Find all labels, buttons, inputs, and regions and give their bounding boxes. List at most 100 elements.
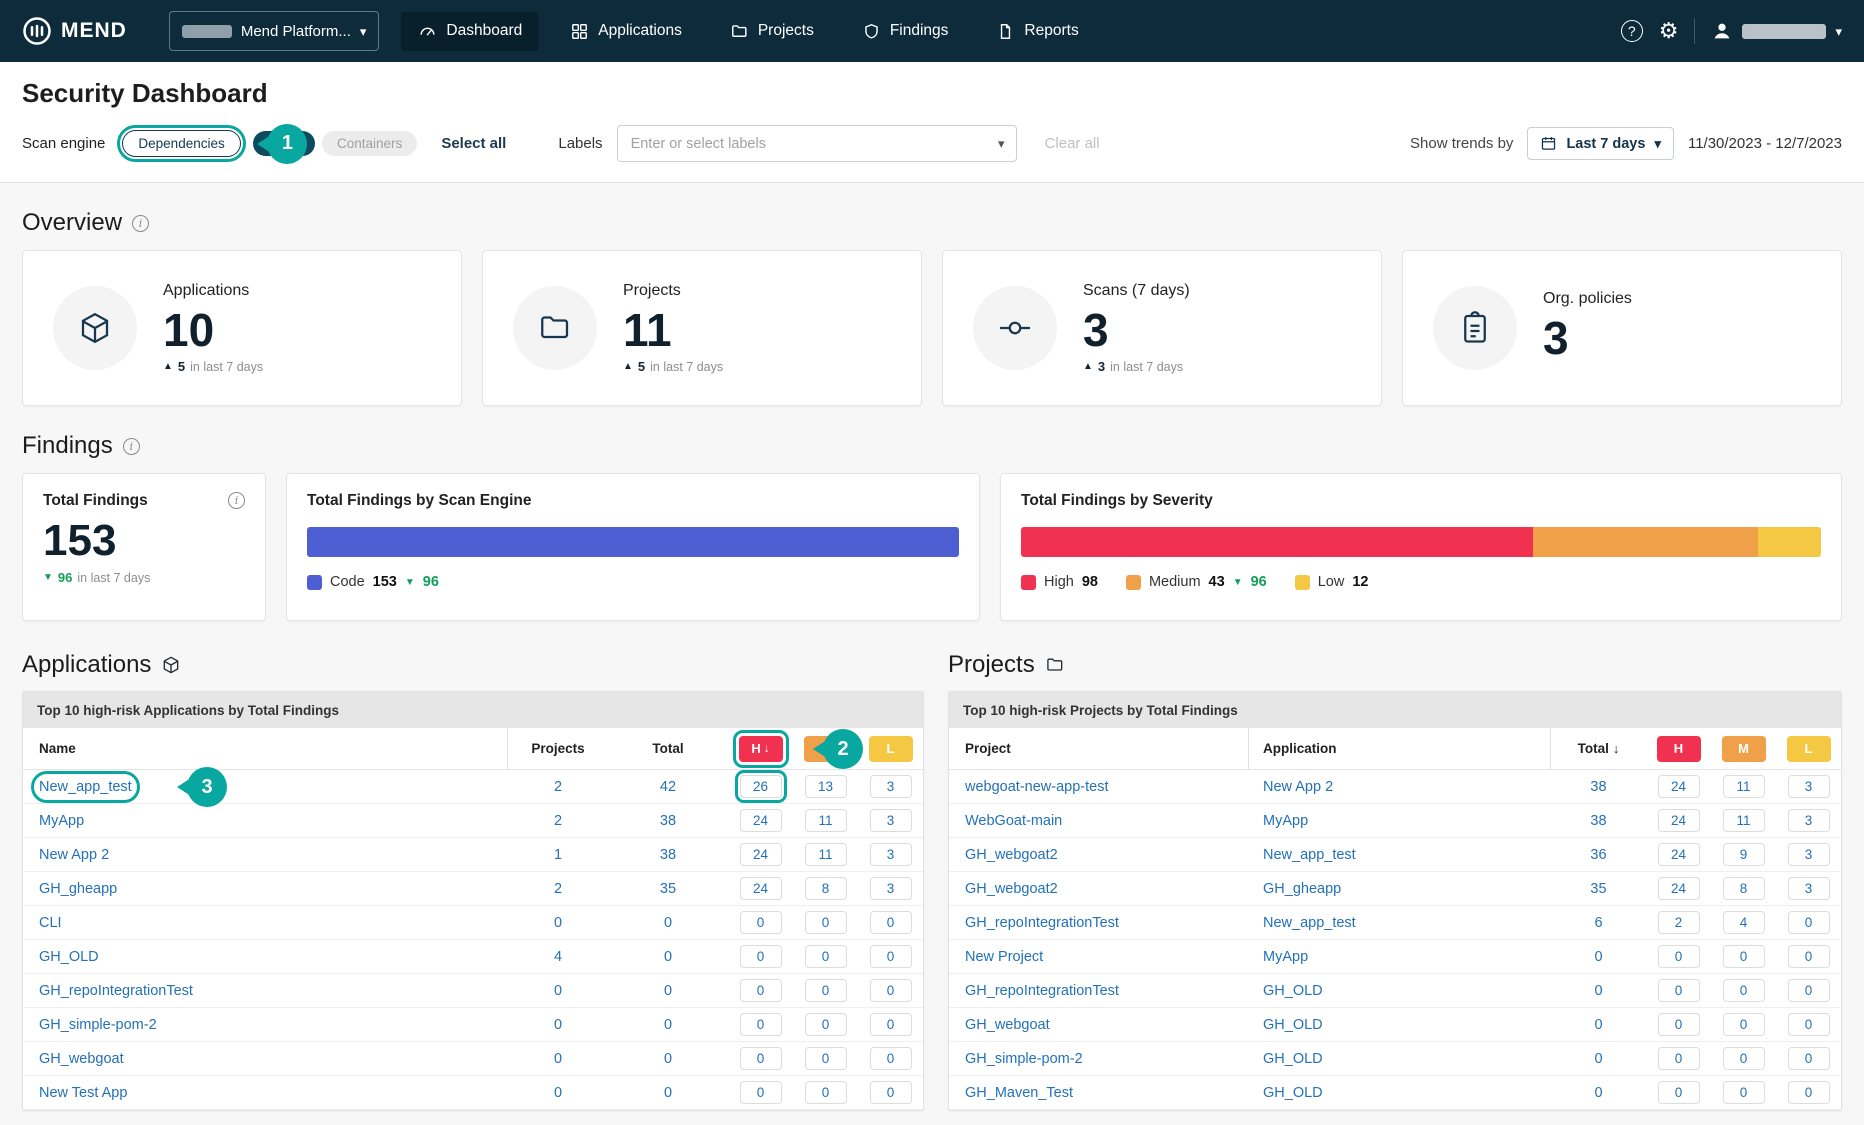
medium-count[interactable]: 0 [805, 1013, 847, 1036]
column-header-total[interactable]: Total [608, 741, 728, 756]
low-count[interactable]: 0 [1788, 945, 1830, 968]
toggle-containers[interactable]: Containers [322, 131, 417, 156]
total-findings-count[interactable]: 0 [1551, 1051, 1646, 1067]
total-findings-count[interactable]: 0 [608, 915, 728, 931]
total-findings-count[interactable]: 0 [608, 1051, 728, 1067]
projects-count[interactable]: 4 [508, 949, 608, 965]
high-count[interactable]: 0 [740, 1081, 782, 1104]
medium-count[interactable]: 0 [805, 1047, 847, 1070]
project-name-link[interactable]: New Project [965, 949, 1043, 965]
projects-count[interactable]: 1 [508, 847, 608, 863]
high-count[interactable]: 0 [740, 1013, 782, 1036]
info-icon[interactable]: i [123, 438, 140, 455]
low-count[interactable]: 0 [1788, 911, 1830, 934]
application-name-link[interactable]: GH_gheapp [39, 881, 117, 897]
application-name-link[interactable]: GH_repoIntegrationTest [39, 983, 193, 999]
application-name-link[interactable]: GH_simple-pom-2 [39, 1017, 157, 1033]
column-header-projects[interactable]: Projects [508, 741, 608, 756]
high-count[interactable]: 26 [740, 775, 782, 798]
project-name-link[interactable]: GH_webgoat2 [965, 881, 1058, 897]
column-header-medium[interactable]: M [804, 736, 848, 762]
severity-bar-low[interactable] [1758, 527, 1821, 557]
high-count[interactable]: 0 [1658, 1081, 1700, 1104]
low-count[interactable]: 3 [870, 843, 912, 866]
total-findings-count[interactable]: 38 [608, 847, 728, 863]
total-findings-count[interactable]: 0 [608, 1017, 728, 1033]
low-count[interactable]: 3 [1788, 809, 1830, 832]
project-name-link[interactable]: webgoat-new-app-test [965, 779, 1108, 795]
low-count[interactable]: 0 [870, 1013, 912, 1036]
project-name-link[interactable]: WebGoat-main [965, 813, 1062, 829]
application-name-link[interactable]: MyApp [1263, 813, 1308, 829]
total-findings-count[interactable]: 0 [1551, 949, 1646, 965]
application-name-link[interactable]: GH_OLD [1263, 983, 1323, 999]
medium-count[interactable]: 11 [1723, 775, 1765, 798]
application-name-link[interactable]: New App 2 [1263, 779, 1333, 795]
high-count[interactable]: 24 [740, 843, 782, 866]
low-count[interactable]: 0 [870, 1081, 912, 1104]
severity-bar-high[interactable] [1021, 527, 1533, 557]
toggle-dependencies[interactable]: Dependencies [122, 130, 240, 157]
info-icon[interactable]: i [132, 215, 149, 232]
high-count[interactable]: 24 [1658, 809, 1700, 832]
nav-applications[interactable]: Applications [553, 12, 699, 51]
high-count[interactable]: 0 [740, 945, 782, 968]
medium-count[interactable]: 4 [1723, 911, 1765, 934]
total-findings-count[interactable]: 0 [1551, 1017, 1646, 1033]
total-findings-count[interactable]: 0 [608, 1085, 728, 1101]
projects-count[interactable]: 0 [508, 915, 608, 931]
severity-bar-medium[interactable] [1533, 527, 1758, 557]
org-selector-dropdown[interactable]: Mend Platform... ▾ [169, 11, 380, 51]
medium-count[interactable]: 13 [805, 775, 847, 798]
medium-count[interactable]: 0 [805, 979, 847, 1002]
medium-count[interactable]: 0 [1723, 1047, 1765, 1070]
low-count[interactable]: 3 [1788, 775, 1830, 798]
select-all-link[interactable]: Select all [441, 135, 506, 152]
high-count[interactable]: 0 [740, 1047, 782, 1070]
nav-reports[interactable]: Reports [979, 12, 1095, 51]
application-name-link[interactable]: New_app_test [39, 779, 132, 795]
high-count[interactable]: 0 [740, 979, 782, 1002]
total-findings-count[interactable]: 0 [608, 949, 728, 965]
settings-gear-icon[interactable]: ⚙ [1659, 20, 1679, 42]
total-findings-count[interactable]: 36 [1551, 847, 1646, 863]
column-header-high[interactable]: H ↓ [739, 736, 783, 762]
application-name-link[interactable]: GH_OLD [1263, 1085, 1323, 1101]
high-count[interactable]: 24 [1658, 843, 1700, 866]
projects-count[interactable]: 2 [508, 779, 608, 795]
low-count[interactable]: 0 [870, 979, 912, 1002]
high-count[interactable]: 0 [1658, 979, 1700, 1002]
low-count[interactable]: 3 [1788, 877, 1830, 900]
projects-count[interactable]: 0 [508, 1017, 608, 1033]
low-count[interactable]: 0 [1788, 1047, 1830, 1070]
application-name-link[interactable]: MyApp [39, 813, 84, 829]
application-name-link[interactable]: New_app_test [1263, 847, 1356, 863]
medium-count[interactable]: 0 [805, 911, 847, 934]
project-name-link[interactable]: GH_webgoat [965, 1017, 1050, 1033]
application-name-link[interactable]: GH_webgoat [39, 1051, 124, 1067]
column-header-name[interactable]: Name [23, 728, 508, 769]
application-name-link[interactable]: MyApp [1263, 949, 1308, 965]
project-name-link[interactable]: GH_simple-pom-2 [965, 1051, 1083, 1067]
total-findings-count[interactable]: 38 [1551, 813, 1646, 829]
low-count[interactable]: 0 [870, 1047, 912, 1070]
application-name-link[interactable]: CLI [39, 915, 62, 931]
medium-count[interactable]: 0 [1723, 1013, 1765, 1036]
low-count[interactable]: 0 [870, 945, 912, 968]
nav-findings[interactable]: Findings [845, 12, 966, 51]
high-count[interactable]: 2 [1658, 911, 1700, 934]
low-count[interactable]: 3 [870, 775, 912, 798]
total-findings-count[interactable]: 38 [1551, 779, 1646, 795]
clear-all-link[interactable]: Clear all [1045, 135, 1100, 152]
low-count[interactable]: 0 [1788, 1081, 1830, 1104]
engine-bar[interactable] [307, 527, 959, 557]
total-findings-count[interactable]: 0 [608, 983, 728, 999]
medium-count[interactable]: 9 [1723, 843, 1765, 866]
labels-input[interactable] [617, 125, 1017, 162]
trend-period-dropdown[interactable]: Last 7 days ▾ [1527, 127, 1674, 160]
nav-projects[interactable]: Projects [713, 12, 831, 51]
low-count[interactable]: 0 [1788, 1013, 1830, 1036]
application-name-link[interactable]: GH_OLD [1263, 1017, 1323, 1033]
project-name-link[interactable]: GH_repoIntegrationTest [965, 983, 1119, 999]
project-name-link[interactable]: GH_repoIntegrationTest [965, 915, 1119, 931]
